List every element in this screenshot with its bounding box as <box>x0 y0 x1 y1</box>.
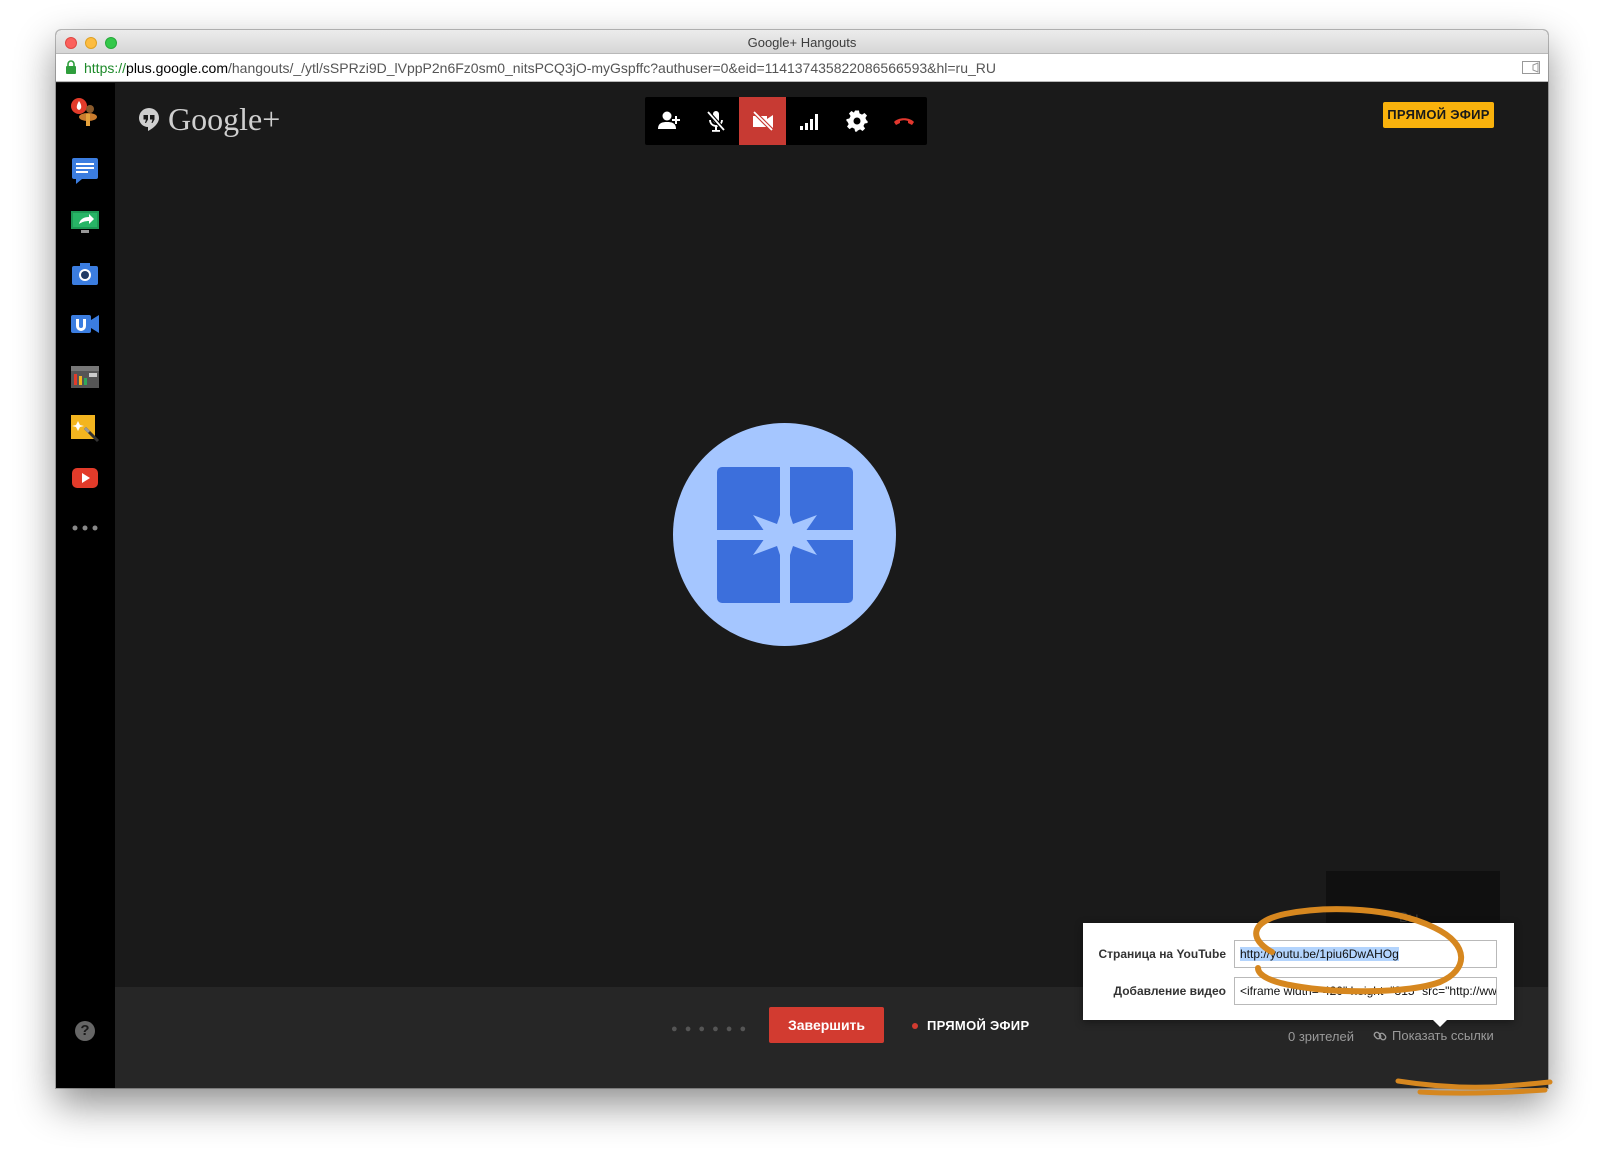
more-apps-icon[interactable] <box>70 513 100 543</box>
settings-icon <box>845 110 868 132</box>
url-text[interactable]: https://plus.google.com/hangouts/_/ytl/s… <box>84 60 996 76</box>
camera-off-button[interactable] <box>739 97 786 145</box>
embed-code-row: Добавление видео <iframe width="420" hei… <box>1083 977 1514 1005</box>
show-links-text: Показать ссылки <box>1392 1028 1494 1043</box>
camera-off-icon <box>752 110 773 132</box>
youtube-link-field[interactable]: http://youtu.be/1piu6DwAHOg <box>1234 940 1497 968</box>
mute-mic-button[interactable] <box>692 97 739 145</box>
youtube-link-value: http://youtu.be/1piu6DwAHOg <box>1240 947 1399 961</box>
screenshare-icon[interactable] <box>70 207 100 237</box>
browser-window: Google+ Hangouts https://plus.google.com… <box>56 30 1548 1088</box>
invite-people-button[interactable] <box>645 97 692 145</box>
embed-code-label: Добавление видео <box>1113 984 1226 998</box>
settings-button[interactable] <box>833 97 880 145</box>
effects-icon[interactable] <box>70 413 100 443</box>
youtube-link-label: Страница на YouTube <box>1098 947 1226 961</box>
camera-icon[interactable] <box>70 259 100 289</box>
embed-code-field[interactable]: <iframe width="420" height="315" src="ht… <box>1234 977 1497 1005</box>
logo-text: Google+ <box>168 101 281 137</box>
apps-sidebar: ? <box>56 83 115 1088</box>
window-title: Google+ Hangouts <box>747 35 857 50</box>
cast-icon[interactable] <box>1522 61 1540 74</box>
bandwidth-button[interactable] <box>786 97 833 145</box>
url-host: plus.google.com <box>126 60 228 76</box>
title-bar: Google+ Hangouts <box>56 30 1548 54</box>
hangouts-avatar-icon[interactable] <box>70 97 100 127</box>
hangouts-on-air-logo-icon <box>717 467 853 603</box>
hang-up-button[interactable] <box>880 97 927 145</box>
live-indicator-text: ПРЯМОЙ ЭФИР <box>927 1018 1030 1033</box>
links-popup: Страница на YouTube http://youtu.be/1piu… <box>1083 923 1514 1027</box>
lock-icon <box>66 60 76 74</box>
url-path: /hangouts/_/ytl/sSPRzi9D_lVppP2n6Fz0sm0_… <box>227 60 997 76</box>
youtube-icon[interactable] <box>70 463 100 493</box>
youtube-link-row: Страница на YouTube http://youtu.be/1piu… <box>1083 940 1514 968</box>
viewers-count: 0 зрителей <box>1288 1029 1354 1044</box>
chat-icon[interactable] <box>70 155 100 185</box>
invite-people-icon <box>657 111 680 129</box>
cameraman-icon[interactable] <box>70 361 100 391</box>
help-icon[interactable]: ? <box>75 1021 95 1041</box>
embed-code-value: <iframe width="420" height="315" src="ht… <box>1240 984 1497 998</box>
show-links-button[interactable]: Показать ссылки <box>1373 1028 1494 1043</box>
hangout-content: ? Google+ ПРЯМОЙ ЭФИР Вы ● ● ● ● ● ● Зав… <box>56 83 1548 1088</box>
bandwidth-icon <box>799 114 818 130</box>
address-bar[interactable]: https://plus.google.com/hangouts/_/ytl/s… <box>56 54 1548 82</box>
url-scheme: https:// <box>84 60 127 76</box>
mic-muted-icon <box>706 110 725 132</box>
participant-avatar <box>673 423 896 646</box>
end-broadcast-button[interactable]: Завершить <box>769 1007 884 1043</box>
call-toolbar <box>645 97 927 145</box>
live-indicator: ПРЯМОЙ ЭФИР <box>912 1018 1029 1033</box>
link-icon <box>1373 1031 1387 1040</box>
hang-up-icon <box>893 118 914 125</box>
control-room-icon[interactable] <box>70 309 100 339</box>
hangouts-quote-icon <box>139 108 159 131</box>
live-dot-icon <box>912 1022 918 1029</box>
live-badge[interactable]: ПРЯМОЙ ЭФИР <box>1383 102 1494 128</box>
participants-indicator: ● ● ● ● ● ● <box>671 1023 749 1035</box>
